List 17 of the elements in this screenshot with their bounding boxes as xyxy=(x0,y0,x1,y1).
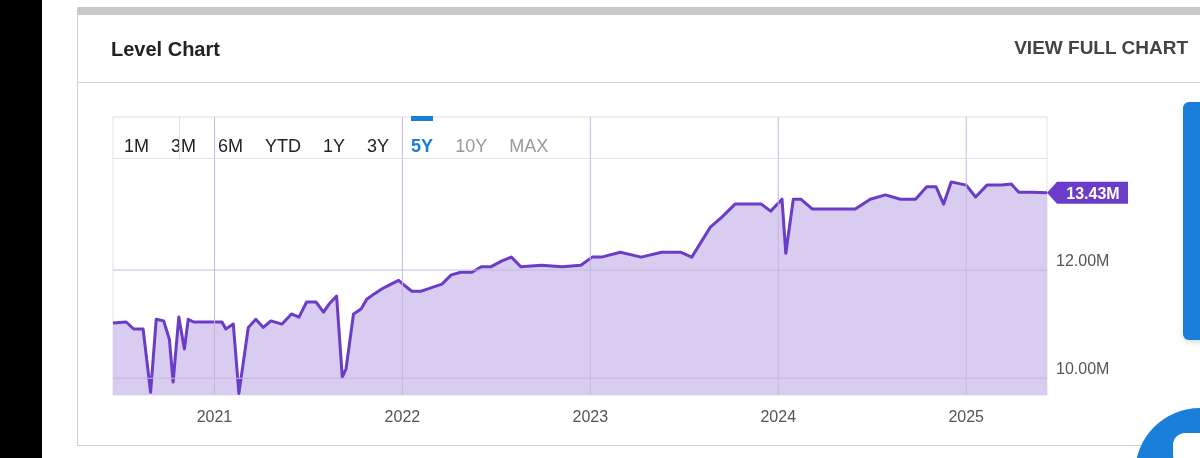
x-axis-label: 2022 xyxy=(384,408,421,425)
x-axis-label: 2021 xyxy=(196,408,233,425)
card-title: Level Chart xyxy=(111,36,220,62)
x-axis-label: 2023 xyxy=(572,408,609,425)
range-tab[interactable]: YTD xyxy=(265,116,302,158)
x-axis-label: 2024 xyxy=(760,408,797,425)
y-axis-label: 10.00M xyxy=(1056,360,1110,378)
x-axis-label: 2025 xyxy=(948,408,984,425)
view-full-chart-link[interactable]: VIEW FULL CHART xyxy=(1014,34,1188,63)
value-tag: 13.43M xyxy=(1047,181,1128,204)
y-axis-label: 12.00M xyxy=(1056,252,1110,270)
range-tab[interactable]: 3Y xyxy=(367,116,390,158)
range-tab[interactable]: 6M xyxy=(218,116,244,158)
range-tab[interactable]: 1Y xyxy=(323,116,346,158)
annotation: 13.43M xyxy=(1066,184,1120,202)
range-tab[interactable]: 1M xyxy=(124,116,149,158)
range-tab[interactable]: 5Y xyxy=(411,116,434,158)
